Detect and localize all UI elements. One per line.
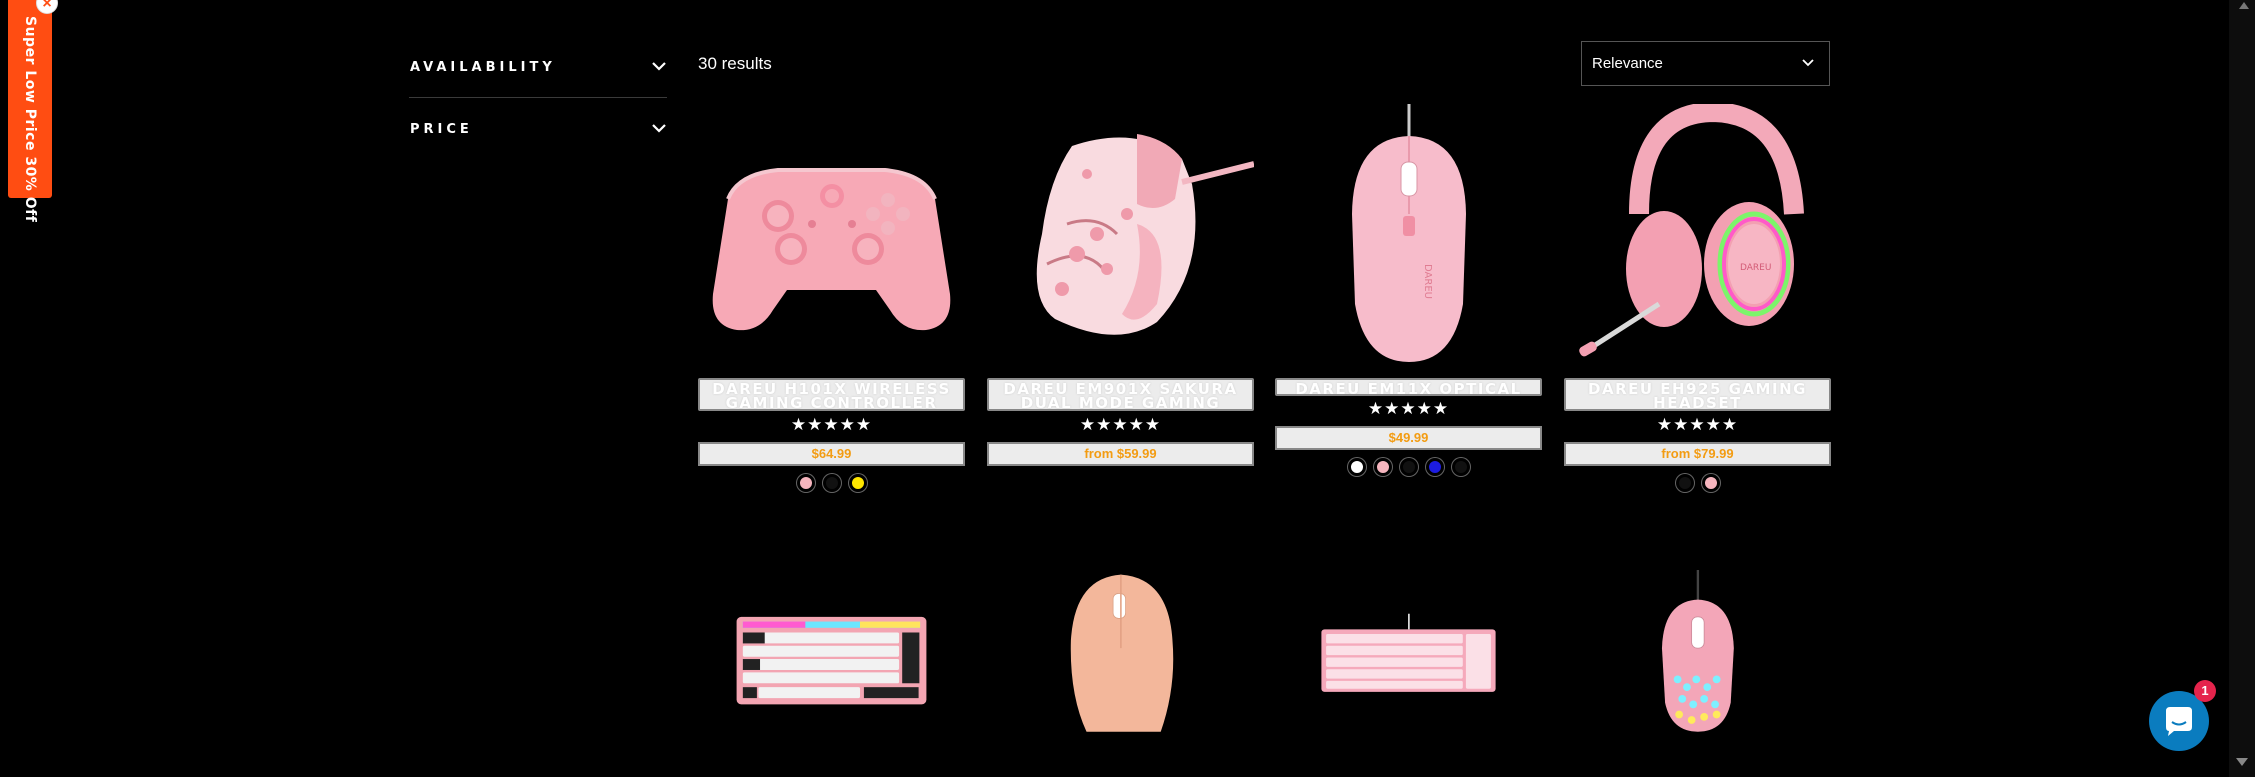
star-rating: ★★★★★	[1656, 415, 1739, 434]
svg-text:DAREU: DAREU	[1740, 263, 1771, 273]
product-title-box[interactable]: DAREU EM11X OPTICAL MOUSE	[1275, 378, 1542, 396]
color-swatch-white[interactable]	[1347, 458, 1366, 476]
scroll-up-icon[interactable]	[2239, 2, 2249, 9]
filter-availability[interactable]: AVAILABILITY	[409, 36, 667, 98]
keyboard-rgb-icon	[736, 616, 927, 705]
results-count: 30 results	[698, 54, 772, 73]
star-rating: ★★★★★	[790, 415, 873, 434]
svg-text:DAREU: DAREU	[1422, 264, 1433, 299]
color-swatch-black[interactable]	[1675, 474, 1694, 492]
sort-selected-value: Relevance	[1592, 55, 1663, 72]
color-swatch-pink[interactable]	[796, 474, 815, 492]
product-title-box[interactable]: DAREU EM901X SAKURA DUAL MODE GAMING MOU…	[987, 378, 1254, 411]
chevron-down-icon	[1802, 59, 1814, 67]
chevron-down-icon	[652, 62, 666, 71]
product-title-box[interactable]: DAREU H101X WIRELESS GAMING CONTROLLER	[698, 378, 965, 411]
product-title[interactable]: DAREU H101X WIRELESS GAMING CONTROLLER	[700, 380, 963, 410]
color-swatch-black[interactable]	[1451, 458, 1470, 476]
color-swatch-blue[interactable]	[1425, 458, 1444, 476]
product-price: from $79.99	[1564, 442, 1831, 466]
keyboard-pink-icon	[1321, 613, 1496, 692]
product-price: from $59.99	[987, 442, 1254, 466]
product-price: $64.99	[698, 442, 965, 466]
color-swatches	[1564, 474, 1831, 492]
mouse-icon	[1036, 134, 1254, 335]
product-title[interactable]: DAREU EM11X OPTICAL MOUSE	[1277, 380, 1540, 395]
headset-icon: DAREU	[1579, 104, 1804, 357]
ergonomic-mouse-icon	[1070, 574, 1174, 732]
star-rating: ★★★★★	[1367, 399, 1450, 418]
filter-price[interactable]: PRICE	[409, 98, 667, 160]
color-swatch-black[interactable]	[1399, 458, 1418, 476]
color-swatch-pink[interactable]	[1373, 458, 1392, 476]
filter-availability-label: AVAILABILITY	[410, 60, 556, 75]
honeycomb-mouse-icon	[1661, 570, 1734, 732]
product-title-box[interactable]: DAREU EH925 GAMING HEADSET	[1564, 378, 1831, 411]
sort-select[interactable]: Relevance	[1581, 41, 1830, 86]
filter-price-label: PRICE	[410, 122, 473, 137]
page-scrollbar[interactable]	[2229, 0, 2255, 777]
color-swatches	[1275, 458, 1542, 476]
promo-side-tab[interactable]: Super Low Price 30% Off	[8, 0, 52, 222]
promo-label: Super Low Price 30% Off	[22, 16, 38, 223]
scroll-down-icon[interactable]	[2236, 758, 2248, 766]
product-price: $49.99	[1275, 426, 1542, 450]
color-swatch-black[interactable]	[822, 474, 841, 492]
star-rating: ★★★★★	[1079, 415, 1162, 434]
product-title[interactable]: DAREU EM901X SAKURA DUAL MODE GAMING MOU…	[989, 380, 1252, 410]
mouse-icon: DAREU	[1352, 104, 1466, 362]
product-title[interactable]: DAREU EH925 GAMING HEADSET	[1566, 380, 1829, 410]
chevron-down-icon	[652, 124, 666, 133]
chat-unread-badge: 1	[2194, 680, 2216, 702]
gamepad-icon	[712, 168, 951, 331]
color-swatch-yellow[interactable]	[848, 474, 867, 492]
color-swatch-pink[interactable]	[1701, 474, 1720, 492]
color-swatches	[698, 474, 965, 492]
